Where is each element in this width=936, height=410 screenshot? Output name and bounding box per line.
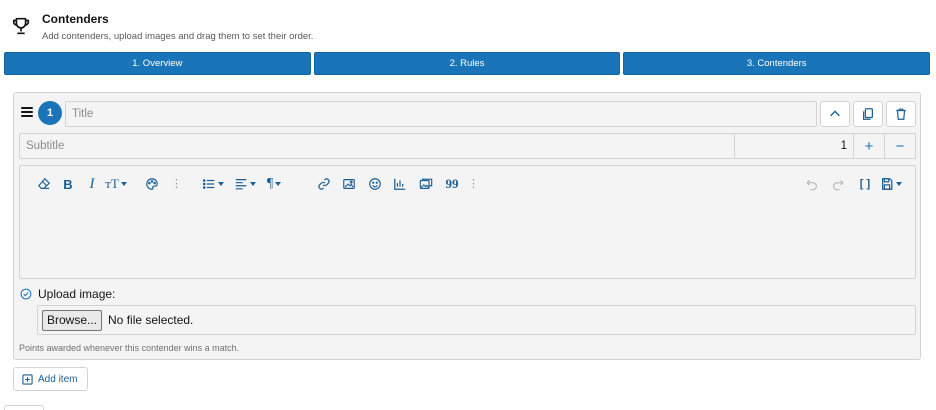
add-item-button[interactable]: Add item (13, 367, 88, 391)
palette-icon[interactable] (144, 175, 160, 193)
trash-icon (896, 108, 906, 120)
quote-icon[interactable]: 99 (442, 175, 462, 193)
duplicate-button[interactable] (853, 101, 883, 127)
points-hint: Points awarded whenever this contender w… (19, 343, 240, 353)
save-icon[interactable] (878, 175, 904, 193)
contender-number-badge: 1 (38, 101, 62, 125)
image-icon[interactable] (341, 175, 357, 193)
more-icon[interactable]: ⋮ (171, 177, 182, 191)
more-icon[interactable]: ⋮ (468, 177, 479, 191)
link-icon[interactable] (316, 175, 332, 193)
delete-button[interactable] (886, 101, 916, 127)
browse-button[interactable]: Browse... (42, 309, 103, 331)
chart-icon[interactable] (392, 175, 408, 193)
page-title: Contenders (42, 12, 109, 26)
increment-button[interactable]: + (853, 133, 885, 159)
emoji-icon[interactable] (367, 175, 383, 193)
partial-button-edge (4, 405, 44, 410)
step-rules[interactable]: 2. Rules (313, 52, 621, 75)
file-status: No file selected. (108, 313, 194, 327)
decrement-button[interactable]: − (884, 133, 916, 159)
subtitle-input[interactable]: Subtitle (19, 133, 735, 159)
list-icon[interactable] (200, 175, 226, 193)
step-contenders[interactable]: 3. Contenders (623, 52, 931, 75)
eraser-icon[interactable] (36, 175, 52, 193)
description-editor[interactable]: B I тT ⋮ ¶ 99 ⋮ [] (19, 165, 916, 279)
section-header: Contenders Add contenders, upload images… (0, 0, 936, 48)
wizard-steps: 1. Overview 2. Rules 3. Contenders (4, 52, 931, 75)
italic-icon[interactable]: I (87, 175, 97, 193)
page-subtitle: Add contenders, upload images and drag t… (42, 31, 314, 42)
chevron-up-icon (830, 110, 840, 117)
undo-icon (804, 175, 820, 193)
editor-toolbar: B I тT ⋮ ¶ 99 ⋮ [] (20, 166, 915, 202)
upload-image-label: Upload image: (20, 286, 115, 302)
step-overview[interactable]: 1. Overview (4, 52, 311, 75)
add-item-label: Add item (38, 373, 78, 385)
check-circle-icon (20, 288, 32, 300)
trophy-icon (12, 17, 30, 35)
contender-card: 1 Title Subtitle 1 + − B I тT ⋮ ¶ 99 ⋮ [… (13, 92, 921, 360)
title-input[interactable]: Title (65, 101, 817, 127)
upload-label-text: Upload image: (38, 287, 116, 301)
plus-square-icon (22, 373, 33, 385)
move-up-button[interactable] (820, 101, 850, 127)
copy-icon (863, 108, 873, 120)
gallery-icon[interactable] (417, 175, 435, 193)
redo-icon (830, 175, 846, 193)
points-input[interactable]: 1 (734, 133, 854, 159)
text-size-icon[interactable]: тT (102, 175, 130, 193)
file-input: Browse... No file selected. (37, 305, 916, 335)
bold-icon[interactable]: B (62, 175, 74, 193)
paragraph-icon[interactable]: ¶ (262, 175, 286, 193)
fullscreen-icon[interactable]: [ ] (856, 175, 874, 193)
drag-handle-icon[interactable] (21, 107, 33, 119)
align-icon[interactable] (232, 175, 258, 193)
